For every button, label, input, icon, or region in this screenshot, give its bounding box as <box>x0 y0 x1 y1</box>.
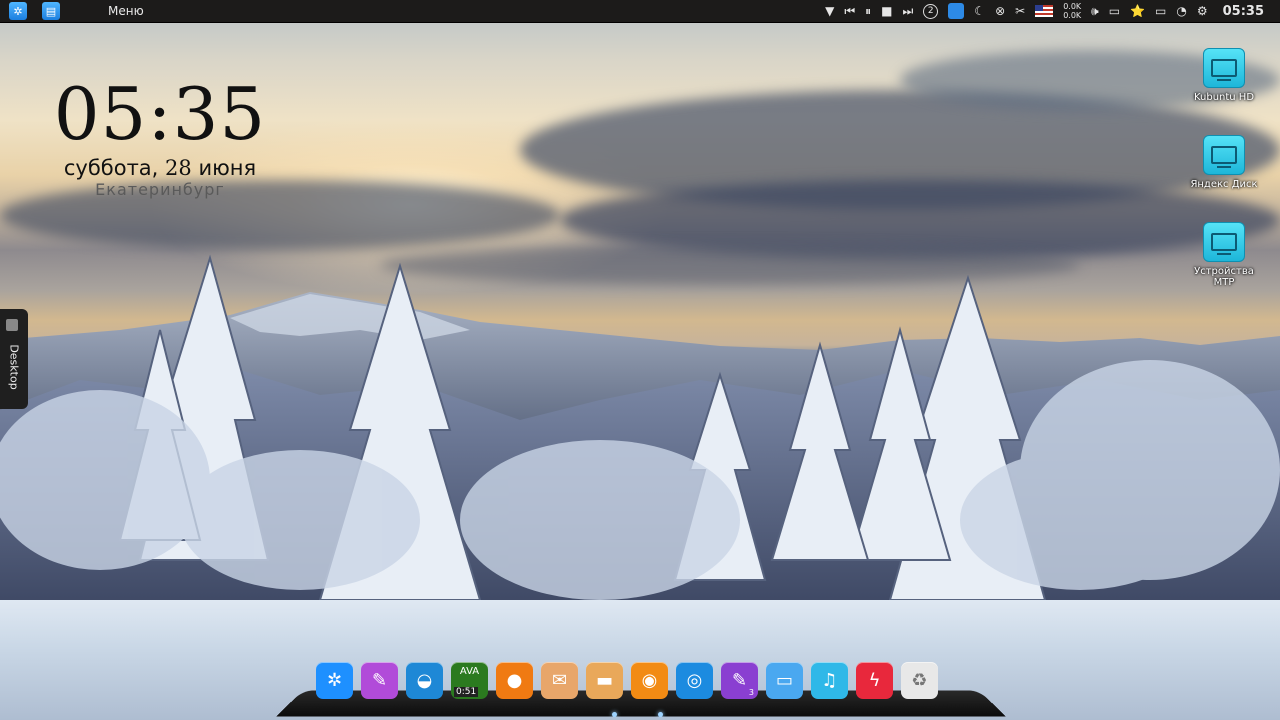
stop-icon[interactable]: ■ <box>881 0 892 22</box>
usb-icon[interactable]: ⭐ <box>1130 0 1145 22</box>
clock-date: суббота, 28 июня <box>63 156 257 180</box>
pause-icon[interactable]: ⏸ <box>865 0 871 22</box>
desktop-tab-label: Desktop <box>7 344 21 390</box>
desktop-tab-icon <box>6 319 18 331</box>
clock-time: 05:35 <box>53 72 267 156</box>
dock-folder-icon[interactable]: ▭ <box>766 662 803 699</box>
dock-editor-icon[interactable]: ✎ 3 <box>721 662 758 699</box>
dock-pac-icon[interactable]: ● <box>496 662 533 699</box>
drive-icon <box>1203 222 1245 262</box>
desktop-side-tab[interactable]: Desktop <box>0 309 28 409</box>
status-x-icon[interactable]: ⊗ <box>995 0 1005 22</box>
dock-paint-icon[interactable]: ✎ <box>361 662 398 699</box>
desktop-icon-kubuntu-hd[interactable]: Kubuntu HD <box>1184 48 1264 103</box>
dock-clock-timer: 0:51 <box>454 687 479 697</box>
clock-widget: 05:35 суббота, 28 июня Екатеринбург <box>50 72 270 199</box>
settings-gear-icon[interactable]: ⚙ <box>1197 0 1208 22</box>
scissors-icon[interactable]: ✂ <box>1015 0 1025 22</box>
dock-running-indicator <box>658 712 663 717</box>
clock-month: июня <box>198 156 257 180</box>
wifi-icon[interactable]: ◔ <box>1176 0 1186 22</box>
dock-firefox-icon[interactable]: ◉ <box>631 662 668 699</box>
app-launcher-icon[interactable]: ✲ <box>9 2 27 20</box>
dock-browser-icon[interactable]: ◒ <box>406 662 443 699</box>
dock-chrome-icon[interactable]: ◎ <box>676 662 713 699</box>
app-indicator-icon[interactable] <box>948 0 965 22</box>
dock-mail-icon[interactable]: ✉ <box>541 662 578 699</box>
dock-editor-badge: 3 <box>748 688 754 697</box>
next-track-icon[interactable]: ⏭ <box>902 0 913 22</box>
drive-icon <box>1203 48 1245 88</box>
dock-settings-icon[interactable]: ✲ <box>316 662 353 699</box>
menu-button[interactable]: Меню <box>108 4 144 18</box>
previous-track-icon[interactable]: ⏮ <box>844 0 855 22</box>
top-panel: ✲ ▤ Меню ▼ ⏮ ⏸ ■ ⏭ 2 ☾ ⊗ ✂ 0.0K 0.0K 🕪 ▭… <box>0 0 1280 23</box>
clock-weekday: суббота <box>63 156 152 180</box>
clock-day: 28 <box>165 156 192 180</box>
desktop-icon-yandex-disk[interactable]: Яндекс Диск <box>1184 135 1264 190</box>
workspace-indicator[interactable]: 2 <box>923 0 939 22</box>
panel-clock[interactable]: 05:35 <box>1223 0 1264 22</box>
dock: ✲ ✎ ◒ AVA 0:51 ● ✉ ▬ ◉ ◎ ✎ 3 ▭ ♫ ϟ ♻ <box>316 662 946 702</box>
clock-city: Екатеринбург <box>95 180 225 199</box>
system-tray: ▼ ⏮ ⏸ ■ ⏭ 2 ☾ ⊗ ✂ 0.0K 0.0K 🕪 ▭ ⭐ ▭ ◔ ⚙ … <box>820 0 1280 22</box>
monitor-icon[interactable]: ▭ <box>1109 0 1120 22</box>
keyboard-layout-flag-icon[interactable] <box>1035 0 1054 22</box>
dock-music-icon[interactable]: ♫ <box>811 662 848 699</box>
dock-clock-app-icon[interactable]: AVA 0:51 <box>451 662 488 699</box>
dock-flash-icon[interactable]: ϟ <box>856 662 893 699</box>
battery-icon[interactable]: ▭ <box>1155 0 1166 22</box>
volume-icon[interactable]: 🕪 <box>1091 0 1099 22</box>
dock-running-indicator <box>612 712 617 717</box>
night-mode-icon[interactable]: ☾ <box>974 0 985 22</box>
files-icon[interactable]: ▤ <box>42 2 60 20</box>
network-speed: 0.0K 0.0K <box>1063 2 1082 20</box>
dock-trash-icon[interactable]: ♻ <box>901 662 938 699</box>
desktop-icon-mtp-devices[interactable]: Устройства MTP <box>1184 222 1264 288</box>
drive-icon <box>1203 135 1245 175</box>
dropdown-icon[interactable]: ▼ <box>825 0 834 22</box>
dock-files-icon[interactable]: ▬ <box>586 662 623 699</box>
